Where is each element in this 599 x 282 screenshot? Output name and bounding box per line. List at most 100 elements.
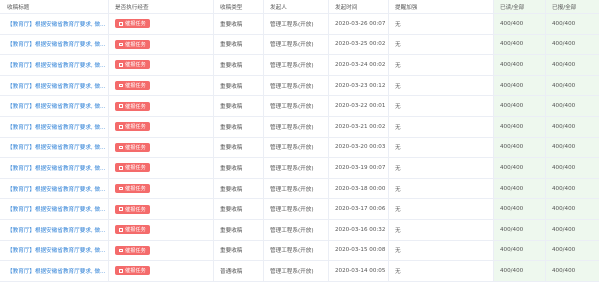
row-action-cell: 催报任务	[108, 220, 213, 240]
row-read-cell: 400/400	[493, 117, 545, 137]
title-link[interactable]: 【教育厅】根据安徽省教育厅要求, 做...	[7, 40, 105, 48]
file-icon	[119, 207, 123, 211]
sender-text: 管理工程系(开放)	[270, 248, 314, 255]
row-sender-cell: 管理工程系(开放)	[263, 117, 328, 137]
sender-text: 管理工程系(开放)	[270, 124, 314, 131]
urge-task-button[interactable]: 催报任务	[115, 81, 150, 91]
row-read-cell: 400/400	[493, 14, 545, 34]
row-action-cell: 催报任务	[108, 35, 213, 55]
row-title-cell: 【教育厅】根据安徽省教育厅要求, 做...	[0, 117, 108, 137]
row-sender-cell: 管理工程系(开放)	[263, 241, 328, 261]
urge-task-button[interactable]: 催报任务	[115, 101, 150, 111]
row-remind-cell: 无	[388, 179, 493, 199]
urge-task-button[interactable]: 催报任务	[115, 142, 150, 152]
title-link[interactable]: 【教育厅】根据安徽省教育厅要求, 做...	[7, 246, 105, 254]
column-divider	[213, 0, 214, 282]
urge-task-button[interactable]: 催报任务	[115, 266, 150, 276]
remind-text: 无	[395, 83, 401, 90]
row-action-cell: 催报任务	[108, 117, 213, 137]
title-link[interactable]: 【教育厅】根据安徽省教育厅要求, 做...	[7, 185, 105, 193]
urge-task-button[interactable]: 催报任务	[115, 19, 150, 29]
row-remind-cell: 无	[388, 241, 493, 261]
sender-text: 管理工程系(开放)	[270, 62, 314, 69]
reported-count: 400/400	[552, 164, 576, 171]
type-text: 重要收稿	[220, 186, 243, 193]
type-text: 重要收稿	[220, 83, 243, 90]
table-row: 【教育厅】根据安徽省教育厅要求, 做... 催报任务 重要收稿 管理工程系(开放) 20…	[0, 220, 599, 241]
header-title: 收稿标题	[7, 4, 30, 11]
remind-text: 无	[395, 248, 401, 255]
row-type-cell: 普通收稿	[213, 261, 263, 281]
row-reported-cell: 400/400	[545, 261, 599, 281]
row-time-cell: 2020-03-14 00:05	[328, 261, 388, 281]
time-text: 2020-03-25 00:02	[335, 41, 386, 48]
type-text: 普通收稿	[220, 268, 243, 275]
urge-task-button[interactable]: 催报任务	[115, 163, 150, 173]
remind-text: 无	[395, 186, 401, 193]
read-count: 400/400	[500, 164, 524, 171]
file-icon	[119, 63, 123, 67]
table-row: 【教育厅】根据安徽省教育厅要求, 做... 催报任务 重要收稿 管理工程系(开放) 20…	[0, 240, 599, 262]
row-read-cell: 400/400	[493, 34, 545, 55]
title-link[interactable]: 【教育厅】根据安徽省教育厅要求, 做...	[7, 61, 105, 69]
row-type-cell: 重要收稿	[213, 35, 263, 55]
column-divider	[388, 0, 389, 282]
time-text: 2020-03-19 00:07	[335, 164, 386, 171]
title-link[interactable]: 【教育厅】根据安徽省教育厅要求, 做...	[7, 123, 105, 131]
sender-text: 管理工程系(开放)	[270, 42, 314, 49]
file-icon	[119, 83, 123, 88]
row-time-cell: 2020-03-22 00:01	[328, 96, 388, 116]
row-read-cell: 400/400	[493, 55, 545, 75]
row-title-cell: 【教育厅】根据安徽省教育厅要求, 做...	[0, 179, 108, 199]
type-text: 重要收稿	[220, 21, 243, 28]
file-icon	[119, 42, 123, 47]
title-link[interactable]: 【教育厅】根据安徽省教育厅要求, 做...	[7, 102, 105, 110]
sender-text: 管理工程系(开放)	[270, 186, 314, 193]
table-row: 【教育厅】根据安徽省教育厅要求, 做... 催报任务 重要收稿 管理工程系(开放) 20…	[0, 199, 599, 220]
row-remind-cell: 无	[388, 96, 493, 116]
urge-task-button[interactable]: 催报任务	[115, 245, 150, 255]
column-divider	[328, 0, 329, 282]
row-type-cell: 重要收稿	[213, 158, 263, 178]
reported-count: 400/400	[552, 103, 576, 110]
file-icon	[119, 145, 123, 150]
urge-task-button[interactable]: 催报任务	[115, 60, 150, 70]
read-count: 400/400	[500, 61, 524, 68]
urge-task-button[interactable]: 催报任务	[115, 184, 150, 194]
title-link[interactable]: 【教育厅】根据安徽省教育厅要求, 做...	[7, 143, 105, 151]
sender-text: 管理工程系(开放)	[270, 268, 314, 275]
row-reported-cell: 400/400	[545, 34, 599, 55]
reported-count: 400/400	[552, 267, 576, 274]
file-icon	[119, 166, 123, 170]
table-row: 【教育厅】根据安徽省教育厅要求, 做... 催报任务 重要收稿 管理工程系(开放) 20…	[0, 75, 599, 97]
reported-count: 400/400	[552, 226, 576, 233]
row-read-cell: 400/400	[493, 220, 545, 240]
type-text: 重要收稿	[220, 104, 243, 111]
row-action-cell: 催报任务	[108, 261, 213, 281]
urge-task-button[interactable]: 催报任务	[115, 122, 150, 132]
title-link[interactable]: 【教育厅】根据安徽省教育厅要求, 做...	[7, 82, 105, 90]
title-link[interactable]: 【教育厅】根据安徽省教育厅要求, 做...	[7, 20, 105, 28]
table-row: 【教育厅】根据安徽省教育厅要求, 做... 催报任务 重要收稿 管理工程系(开放) 20…	[0, 178, 599, 200]
row-time-cell: 2020-03-17 00:06	[328, 199, 388, 219]
reported-count: 400/400	[552, 247, 576, 254]
urge-task-button[interactable]: 催报任务	[115, 225, 150, 235]
file-icon	[119, 104, 123, 108]
title-link[interactable]: 【教育厅】根据安徽省教育厅要求, 做...	[7, 164, 105, 172]
type-text: 重要收稿	[220, 248, 243, 255]
read-count: 400/400	[500, 103, 524, 110]
row-reported-cell: 400/400	[545, 158, 599, 178]
row-remind-cell: 无	[388, 55, 493, 75]
row-title-cell: 【教育厅】根据安徽省教育厅要求, 做...	[0, 158, 108, 178]
urge-task-label: 催报任务	[125, 83, 146, 90]
title-link[interactable]: 【教育厅】根据安徽省教育厅要求, 做...	[7, 205, 105, 213]
table-row: 【教育厅】根据安徽省教育厅要求, 做... 催报任务 重要收稿 管理工程系(开放) 20…	[0, 137, 599, 159]
urge-task-button[interactable]: 催报任务	[115, 204, 150, 214]
row-sender-cell: 管理工程系(开放)	[263, 55, 328, 75]
row-read-cell: 400/400	[493, 199, 545, 219]
table-row: 【教育厅】根据安徽省教育厅要求, 做... 催报任务 重要收稿 管理工程系(开放) 20…	[0, 158, 599, 179]
title-link[interactable]: 【教育厅】根据安徽省教育厅要求, 做...	[7, 226, 105, 234]
urge-task-button[interactable]: 催报任务	[115, 39, 150, 49]
title-link[interactable]: 【教育厅】根据安徽省教育厅要求, 做...	[7, 267, 105, 275]
remind-text: 无	[395, 21, 401, 28]
